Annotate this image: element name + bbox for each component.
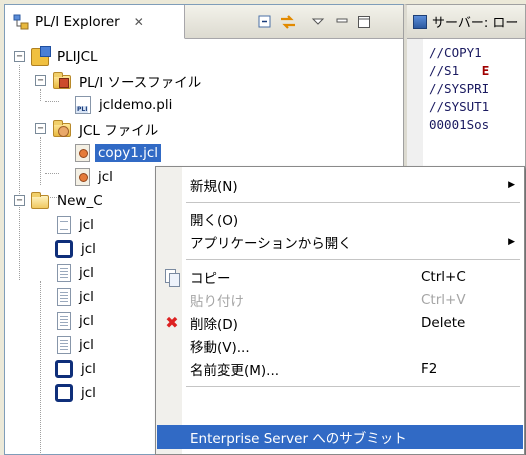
pli-explorer-icon	[13, 14, 29, 30]
menu-item-rename[interactable]: 名前変更(M)... F2	[157, 357, 523, 381]
editor-tab[interactable]: サーバー: ロー	[407, 5, 525, 39]
menu-item-new[interactable]: 新規(N) ▶	[157, 173, 523, 197]
project-icon	[31, 46, 51, 66]
view-menu-icon[interactable]	[311, 14, 327, 30]
menu-item-copy[interactable]: コピー Ctrl+C	[157, 265, 523, 289]
open-folder-icon	[31, 192, 49, 209]
tree-item-jcl-file[interactable]: jcl	[5, 165, 116, 189]
menu-item-label: 開く(O)	[190, 213, 239, 229]
tree-item-label: jcl	[79, 289, 94, 305]
jcl-file-icon	[75, 144, 90, 162]
collapse-toggle-icon[interactable]: −	[14, 195, 25, 206]
close-icon[interactable]: ✕	[134, 15, 144, 29]
menu-item-label: 移動(V)...	[190, 340, 250, 356]
menu-shortcut: Ctrl+C	[421, 269, 466, 285]
collapse-toggle-icon[interactable]: −	[35, 123, 46, 134]
code-line: //SYSUT1	[429, 99, 490, 114]
menu-item-label: 名前変更(M)...	[190, 363, 280, 379]
menu-item-move[interactable]: 移動(V)...	[157, 334, 523, 358]
menu-item-paste: 貼り付け Ctrl+V	[157, 288, 523, 312]
tree-item-label: jcl	[79, 313, 94, 329]
text-file-icon	[57, 336, 71, 354]
collapse-toggle-icon[interactable]: −	[35, 75, 46, 86]
square-icon	[55, 384, 73, 402]
minimize-icon[interactable]	[335, 14, 351, 30]
maximize-icon[interactable]	[357, 14, 373, 30]
jcl-file-icon	[75, 168, 90, 186]
tree-item-project[interactable]: − PLIJCL	[5, 45, 101, 69]
tree-item-file[interactable]: jcl	[5, 357, 99, 381]
tree-item-label: jcl	[81, 361, 96, 377]
pli-file-icon	[75, 96, 91, 114]
tree-item-file[interactable]: jcl	[5, 333, 97, 357]
context-menu: 新規(N) ▶ 開く(O) アプリケーションから開く ▶ コピー Ctrl+C …	[155, 166, 525, 455]
editor-tab-title: サーバー: ロー	[432, 16, 519, 31]
tree-item-pli-file[interactable]: jcldemo.pli	[5, 93, 175, 117]
tree-item-label: jcl	[98, 169, 113, 185]
square-icon	[55, 360, 73, 378]
tree-item-file[interactable]: jcl	[5, 285, 97, 309]
editor-file-icon	[413, 14, 427, 29]
menu-shortcut: F2	[421, 361, 438, 377]
tree-item-label: jcldemo.pli	[99, 97, 173, 113]
menu-item-label: 貼り付け	[190, 294, 244, 310]
menu-separator	[186, 202, 520, 203]
submenu-arrow-icon: ▶	[508, 180, 515, 190]
file-icon	[57, 216, 71, 234]
text-file-icon	[57, 288, 71, 306]
menu-item-submit-enterprise-server[interactable]: Enterprise Server へのサブミット	[157, 425, 523, 449]
explorer-tab-bar: PL/I Explorer ✕	[5, 5, 403, 39]
menu-item-label: コピー	[190, 271, 231, 287]
tree-item-label: copy1.jcl	[95, 144, 162, 162]
tree-item-label: jcl	[79, 337, 94, 353]
jcl-folder-icon	[53, 120, 71, 137]
menu-item-label: 新規(N)	[190, 179, 238, 195]
tree-item-label: jcl	[79, 217, 94, 233]
tree-item-label: jcl	[79, 265, 94, 281]
tree-item-file[interactable]: jcl	[5, 381, 99, 405]
tree-item-pli-folder[interactable]: − PL/I ソースファイル	[5, 69, 204, 93]
explorer-tab[interactable]: PL/I Explorer ✕	[5, 5, 185, 39]
collapse-toggle-icon[interactable]: −	[14, 51, 25, 62]
text-file-icon	[57, 312, 71, 330]
code-line: //S1 E	[429, 63, 490, 78]
tree-item-label: jcl	[81, 241, 96, 257]
menu-item-label: Enterprise Server へのサブミット	[190, 431, 407, 447]
tree-item-label: JCL ファイル	[79, 123, 159, 139]
tree-item-file[interactable]: jcl	[5, 309, 97, 333]
tree-item-label: New_C	[57, 193, 103, 209]
square-icon	[55, 240, 73, 258]
menu-item-label: 削除(D)	[190, 317, 238, 333]
tree-item-jcl-file[interactable]: copy1.jcl	[5, 141, 162, 165]
tree-item-label: PLIJCL	[57, 49, 98, 65]
code-line: //SYSPRI	[429, 81, 490, 96]
tree-item-label: jcl	[81, 385, 96, 401]
tree-item-label: PL/I ソースファイル	[79, 75, 202, 91]
code-line: //COPY1	[429, 45, 482, 60]
tree-item-new-folder[interactable]: − New_C	[5, 189, 106, 213]
tree-item-file[interactable]: jcl	[5, 213, 97, 237]
menu-item-open[interactable]: 開く(O)	[157, 207, 523, 231]
explorer-tab-title: PL/I Explorer	[35, 13, 120, 30]
tree-item-jcl-folder[interactable]: − JCL ファイル	[5, 117, 161, 141]
tree-item-file[interactable]: jcl	[5, 237, 99, 261]
collapse-all-icon[interactable]	[257, 14, 273, 30]
menu-item-delete[interactable]: ✖ 削除(D) Delete	[157, 311, 523, 335]
code-line: 00001Sos	[429, 117, 490, 132]
pli-folder-icon	[53, 72, 71, 89]
text-file-icon	[57, 264, 71, 282]
menu-shortcut: Delete	[421, 315, 466, 331]
menu-shortcut: Ctrl+V	[421, 292, 466, 308]
delete-icon: ✖	[165, 313, 179, 332]
link-with-editor-icon[interactable]	[279, 14, 295, 30]
menu-separator	[186, 386, 520, 387]
copy-icon	[164, 269, 180, 287]
tree-item-file[interactable]: jcl	[5, 261, 97, 285]
